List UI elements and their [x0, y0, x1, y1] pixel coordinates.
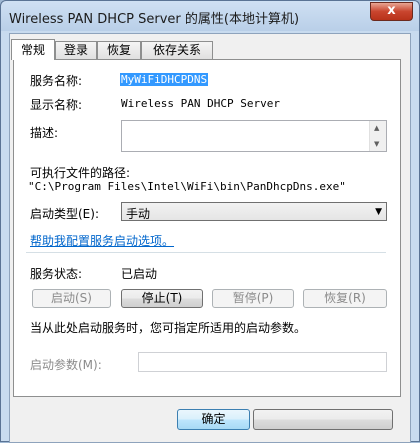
dialog-footer: 确定	[13, 401, 401, 441]
startup-type-label: 启动类型(E):	[30, 207, 99, 221]
cancel-button[interactable]	[253, 409, 393, 430]
help-configure-startup-link[interactable]: 帮助我配置服务启动选项。	[30, 232, 174, 249]
close-icon: x	[387, 3, 396, 18]
description-textbox[interactable]: ▲ ▼	[121, 120, 387, 152]
exe-path-label: 可执行文件的路径:	[30, 166, 131, 180]
pause-button[interactable]: 暂停(P)	[212, 289, 294, 308]
close-button[interactable]: x	[370, 2, 413, 21]
exe-path-value: "C:\Program Files\Intel\WiFi\bin\PanDhcp…	[28, 180, 346, 193]
tab-general[interactable]: 常规	[11, 39, 55, 60]
start-button[interactable]: 启动(S)	[32, 289, 111, 308]
startup-type-select[interactable]: 手动 ▼	[121, 202, 387, 221]
scroll-up-icon[interactable]: ▲	[374, 124, 379, 132]
title-bar[interactable]: Wireless PAN DHCP Server 的属性(本地计算机) x	[1, 1, 419, 31]
start-params-label: 启动参数(M):	[30, 358, 102, 372]
window-title: Wireless PAN DHCP Server 的属性(本地计算机)	[9, 12, 300, 27]
service-name-value-field[interactable]: MyWiFiDHCPDNS	[120, 73, 209, 86]
stop-button[interactable]: 停止(T)	[121, 289, 203, 308]
service-status-value: 已启动	[121, 267, 158, 281]
chevron-down-icon: ▼	[375, 207, 382, 217]
display-name-label: 显示名称:	[30, 98, 83, 112]
scroll-down-icon[interactable]: ▼	[374, 140, 379, 148]
start-params-input[interactable]	[138, 352, 387, 372]
general-tab-panel: 服务名称: MyWiFiDHCPDNS 显示名称: Wireless PAN D…	[13, 59, 401, 397]
service-name-label: 服务名称:	[30, 74, 83, 88]
tab-logon[interactable]: 登录	[55, 41, 97, 59]
service-status-label: 服务状态:	[30, 267, 83, 281]
description-scrollbar[interactable]: ▲ ▼	[369, 121, 386, 151]
divider	[26, 252, 386, 253]
description-label: 描述:	[30, 126, 59, 140]
display-name-value: Wireless PAN DHCP Server	[121, 97, 280, 110]
tab-dependencies[interactable]: 依存关系	[141, 41, 213, 59]
startup-type-value: 手动	[126, 207, 151, 221]
resume-button[interactable]: 恢复(R)	[303, 289, 387, 308]
ok-button[interactable]: 确定	[177, 409, 250, 430]
service-name-value[interactable]: MyWiFiDHCPDNS	[120, 73, 209, 86]
tab-recovery[interactable]: 恢复	[97, 41, 141, 59]
properties-dialog: Wireless PAN DHCP Server 的属性(本地计算机) x 常规…	[0, 0, 420, 443]
start-params-hint: 当从此处启动服务时，您可指定所适用的启动参数。	[30, 321, 307, 335]
